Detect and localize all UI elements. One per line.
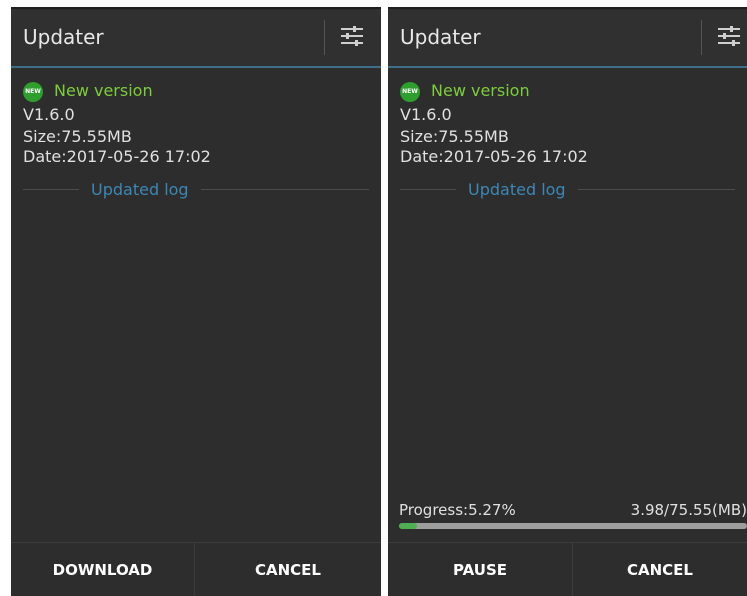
cancel-button[interactable]: CANCEL: [573, 543, 747, 596]
page-title: Updater: [23, 25, 104, 49]
date-text: Date:2017-05-26 17:02: [400, 147, 588, 166]
cancel-button[interactable]: CANCEL: [195, 543, 381, 596]
updated-log-divider: Updated log: [400, 180, 735, 200]
new-version-label: New version: [54, 81, 153, 100]
updater-screen-downloading: Updater NEW New version V1.6.0 Size:75.5…: [388, 7, 747, 596]
updated-log-label: Updated log: [91, 180, 189, 199]
settings-button[interactable]: [715, 24, 745, 52]
header-bar: Updater: [11, 7, 381, 67]
new-badge-icon: NEW: [400, 82, 420, 102]
size-text: Size:75.55MB: [23, 127, 132, 146]
divider-line-left: [23, 189, 79, 190]
status-strip: [11, 7, 381, 9]
divider-line-left: [400, 189, 456, 190]
new-badge-icon: NEW: [23, 82, 43, 102]
button-bar: DOWNLOAD CANCEL: [11, 542, 381, 596]
status-strip: [388, 7, 747, 9]
header-bar: Updater: [388, 7, 747, 67]
header-underline: [11, 66, 381, 68]
progress-bar-fill: [399, 523, 418, 529]
size-text: Size:75.55MB: [400, 127, 509, 146]
updated-log-divider: Updated log: [23, 180, 369, 200]
button-bar: PAUSE CANCEL: [388, 542, 747, 596]
new-version-label: New version: [431, 81, 530, 100]
progress-size-text: 3.98/75.55(MB): [630, 501, 747, 519]
pause-button[interactable]: PAUSE: [388, 543, 572, 596]
progress-bar: [399, 523, 747, 529]
updated-log-label: Updated log: [468, 180, 566, 199]
divider-line-right: [578, 189, 735, 190]
header-divider: [701, 20, 702, 55]
header-divider: [324, 20, 325, 55]
version-text: V1.6.0: [23, 105, 75, 124]
date-text: Date:2017-05-26 17:02: [23, 147, 211, 166]
settings-button[interactable]: [338, 24, 368, 52]
sliders-icon: [341, 26, 363, 46]
page-title: Updater: [400, 25, 481, 49]
download-button[interactable]: DOWNLOAD: [11, 543, 194, 596]
progress-percent-text: Progress:5.27%: [399, 501, 516, 519]
header-underline: [388, 66, 747, 68]
divider-line-right: [201, 189, 369, 190]
sliders-icon: [718, 26, 740, 46]
version-text: V1.6.0: [400, 105, 452, 124]
updater-screen-download: Updater NEW New version V1.6.0 Size:75.5…: [11, 7, 381, 596]
